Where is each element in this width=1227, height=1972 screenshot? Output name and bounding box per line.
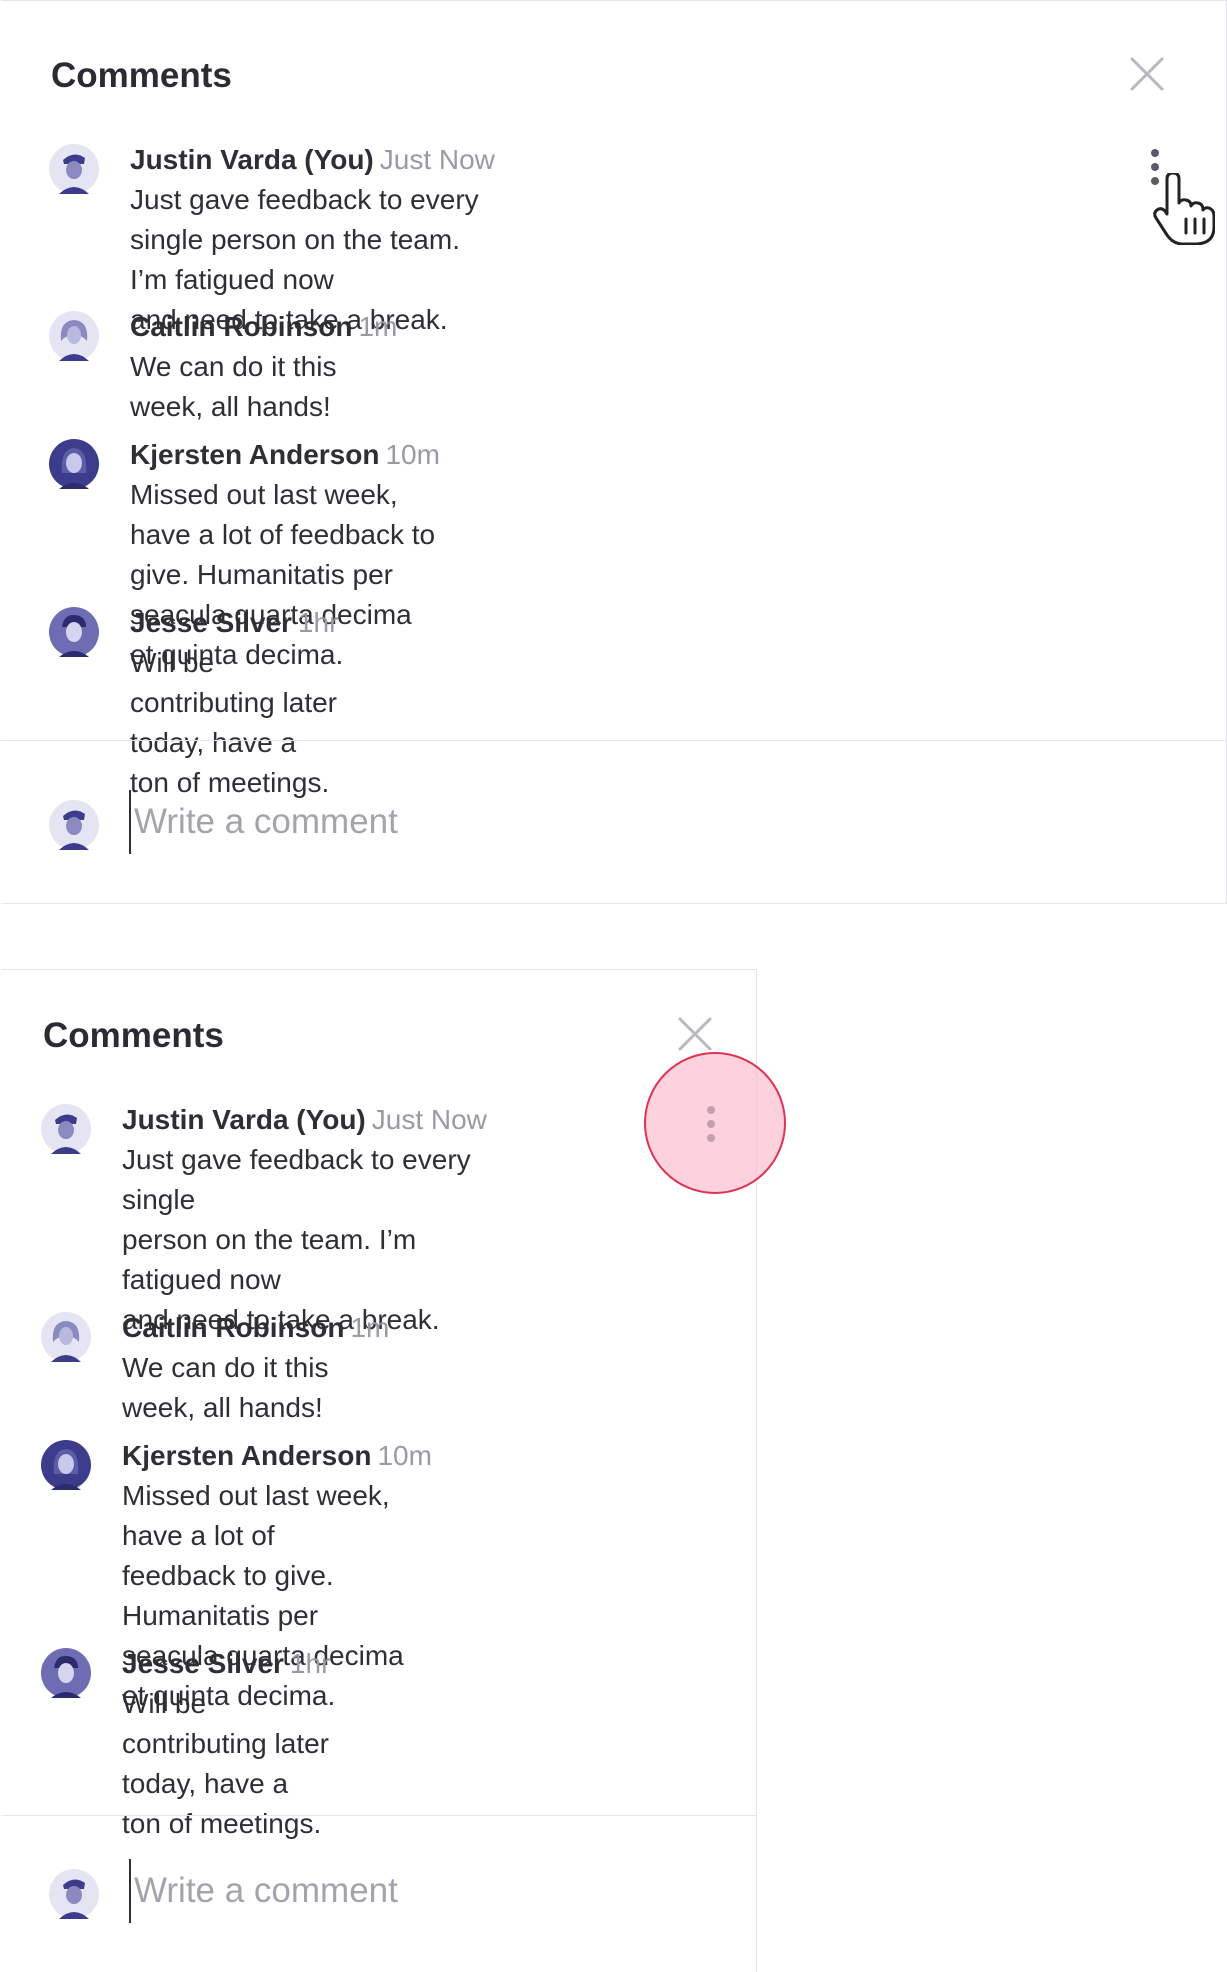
divider bbox=[1, 903, 1226, 904]
comment-body: Caitlin Robinson 1m We can do it this wee… bbox=[130, 307, 397, 427]
close-icon bbox=[678, 1017, 712, 1051]
comment-timestamp: 1m bbox=[350, 1312, 390, 1343]
panel-title: Comments bbox=[43, 1016, 224, 1055]
comment-text-line: Just gave feedback to every single bbox=[122, 1144, 471, 1215]
comment-timestamp: 10m bbox=[385, 439, 440, 470]
comment-menu-button[interactable] bbox=[698, 1106, 724, 1150]
comment-body: Caitlin Robinson 1m We can do it this wee… bbox=[122, 1308, 389, 1428]
comment-body: Jesse Silver 1hr Will be contributing lat… bbox=[122, 1644, 330, 1844]
close-button[interactable] bbox=[675, 1014, 715, 1054]
comment-author: Kjersten Anderson bbox=[130, 439, 380, 470]
close-button[interactable] bbox=[1127, 54, 1167, 94]
avatar-justin-varda bbox=[41, 1104, 91, 1154]
comment-text-line: person on the team. I’m fatigued now bbox=[122, 1224, 417, 1295]
comment-text-line: Missed out last week, have a lot of bbox=[122, 1480, 390, 1551]
avatar-caitlin-robinson bbox=[41, 1312, 91, 1362]
comment-text-line: We can do it this week, all hands! bbox=[130, 351, 337, 422]
comment-author: Justin Varda (You) bbox=[130, 144, 374, 175]
divider bbox=[1, 1815, 756, 1816]
comment-timestamp: 1hr bbox=[289, 1648, 331, 1679]
comment-text-line: Will be contributing later today, have a… bbox=[130, 647, 338, 798]
comments-panel-wide: Comments Justin Varda (You) Just Now Just… bbox=[1, 0, 1227, 904]
comment-input[interactable] bbox=[129, 790, 694, 854]
comment-text-line: We can do it this week, all hands! bbox=[122, 1352, 329, 1423]
comment-author: Jesse Silver bbox=[130, 607, 292, 638]
comment-body: Justin Varda (You) Just Now Just gave fee… bbox=[122, 1100, 487, 1340]
comment-author: Jesse Silver bbox=[122, 1648, 284, 1679]
close-icon bbox=[1130, 57, 1164, 91]
panel-title: Comments bbox=[51, 56, 232, 95]
comment-timestamp: Just Now bbox=[379, 144, 495, 175]
avatar-caitlin-robinson bbox=[49, 311, 99, 361]
avatar-jesse-silver bbox=[49, 607, 99, 657]
comment-body: Jesse Silver 1hr Will be contributing lat… bbox=[130, 603, 338, 803]
comment-author: Caitlin Robinson bbox=[130, 311, 353, 342]
avatar-kjersten-anderson bbox=[41, 1440, 91, 1490]
comment-text-line: Will be contributing later today, have a bbox=[122, 1688, 330, 1799]
comment-author: Caitlin Robinson bbox=[122, 1312, 345, 1343]
comment-author: Kjersten Anderson bbox=[122, 1440, 372, 1471]
comment-timestamp: Just Now bbox=[371, 1104, 487, 1135]
comment-timestamp: 1m bbox=[358, 311, 398, 342]
comment-text-line: feedback to give. Humanitatis per bbox=[122, 1560, 334, 1631]
avatar-kjersten-anderson bbox=[49, 439, 99, 489]
comment-timestamp: 10m bbox=[377, 1440, 432, 1471]
comment-timestamp: 1hr bbox=[297, 607, 339, 638]
avatar-justin-varda bbox=[49, 1869, 99, 1919]
avatar-justin-varda bbox=[49, 800, 99, 850]
comment-text-line: ton of meetings. bbox=[122, 1808, 322, 1839]
comment-input[interactable] bbox=[129, 1859, 634, 1923]
comment-author: Justin Varda (You) bbox=[122, 1104, 366, 1135]
hand-pointer-cursor-icon bbox=[1153, 173, 1215, 245]
comment-text-line: Missed out last week, have a lot of feed… bbox=[130, 479, 436, 590]
avatar-justin-varda bbox=[49, 144, 99, 194]
comment-text-line: Just gave feedback to every single perso… bbox=[130, 184, 479, 295]
divider bbox=[1, 740, 1226, 741]
avatar-jesse-silver bbox=[41, 1648, 91, 1698]
